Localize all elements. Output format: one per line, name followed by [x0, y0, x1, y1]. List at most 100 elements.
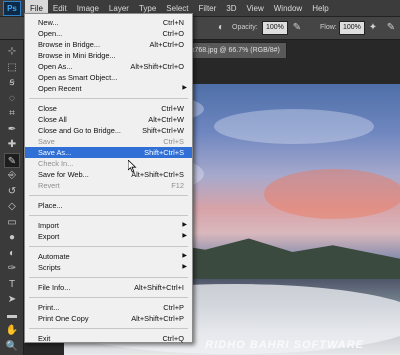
file-menu-item-check-in: Check In... — [25, 158, 192, 169]
eyedropper-tool-icon[interactable]: ✒ — [4, 122, 20, 137]
menu-item-label: Close and Go to Bridge... — [38, 126, 121, 135]
submenu-arrow-icon: ▶ — [182, 253, 187, 259]
menu-item-label: Print One Copy — [38, 314, 89, 323]
file-menu-item-print[interactable]: Print... Ctrl+P — [25, 302, 192, 313]
quick-select-tool-icon[interactable]: ◌ — [4, 91, 20, 106]
menu-item-shortcut: Ctrl+O — [162, 29, 184, 38]
menu-item-shortcut: Alt+Shift+Ctrl+S — [131, 170, 184, 179]
flow-field[interactable]: 100% — [339, 21, 365, 35]
menu-separator — [29, 328, 188, 329]
menu-filter[interactable]: Filter — [194, 0, 222, 17]
path-select-tool-icon[interactable]: ➤ — [4, 292, 20, 307]
menu-item-shortcut: Alt+Shift+Ctrl+I — [134, 283, 184, 292]
mouse-cursor-icon — [128, 160, 137, 173]
opacity-pressure-icon[interactable]: ✎ — [290, 21, 304, 35]
menu-item-label: File Info... — [38, 283, 71, 292]
menu-item-shortcut: Alt+Ctrl+W — [148, 115, 184, 124]
file-menu-item-close[interactable]: Close Ctrl+W — [25, 103, 192, 114]
menu-separator — [29, 246, 188, 247]
menu-item-label: New... — [38, 18, 59, 27]
menu-item-label: Close — [38, 104, 57, 113]
menu-item-shortcut: Ctrl+P — [163, 303, 184, 312]
menu-help[interactable]: Help — [307, 0, 333, 17]
menu-item-shortcut: Ctrl+W — [161, 104, 184, 113]
file-menu-item-browse-in-bridge[interactable]: Browse in Bridge... Alt+Ctrl+O — [25, 39, 192, 50]
menu-item-label: Save — [38, 137, 55, 146]
healing-tool-icon[interactable]: ✚ — [4, 137, 20, 152]
flow-label: Flow: — [320, 24, 337, 31]
file-menu-item-save-as[interactable]: Save As... Shift+Ctrl+S — [25, 147, 192, 158]
brush-preset-icon[interactable]: ◐ — [214, 21, 228, 35]
file-menu-item-scripts[interactable]: Scripts ▶ — [25, 262, 192, 273]
menu-item-label: Automate — [38, 252, 70, 261]
file-menu-item-open-recent[interactable]: Open Recent ▶ — [25, 83, 192, 94]
menu-item-shortcut: Ctrl+S — [163, 137, 184, 146]
file-menu-item-open[interactable]: Open... Ctrl+O — [25, 28, 192, 39]
menu-item-label: Revert — [38, 181, 60, 190]
history-brush-tool-icon[interactable]: ↺ — [4, 184, 20, 199]
opacity-field[interactable]: 100% — [262, 21, 288, 35]
file-menu-item-open-as[interactable]: Open As... Alt+Shift+Ctrl+O — [25, 61, 192, 72]
pen-tool-icon[interactable]: ✑ — [4, 261, 20, 276]
crop-tool-icon[interactable]: ⌗ — [4, 106, 20, 121]
submenu-arrow-icon: ▶ — [182, 264, 187, 270]
file-menu-item-revert: Revert F12 — [25, 180, 192, 191]
tools-panel: ⊹ ⬚ ꞩ ◌ ⌗ ✒ ✚ ✎ ⎆ ↺ ◇ ▭ ● ◐ ✑ T ➤ ▬ ✋ 🔍 — [0, 40, 24, 355]
menu-item-label: Export — [38, 232, 60, 241]
type-tool-icon[interactable]: T — [4, 277, 20, 292]
menu-item-label: Exit — [38, 334, 51, 343]
menu-view[interactable]: View — [242, 0, 269, 17]
file-menu-item-exit[interactable]: Exit Ctrl+Q — [25, 333, 192, 344]
file-menu-item-import[interactable]: Import ▶ — [25, 220, 192, 231]
file-menu-item-close-and-go-to-bridge[interactable]: Close and Go to Bridge... Shift+Ctrl+W — [25, 125, 192, 136]
clone-stamp-tool-icon[interactable]: ⎆ — [4, 168, 20, 183]
menu-item-label: Import — [38, 221, 59, 230]
zoom-tool-icon[interactable]: 🔍 — [4, 339, 20, 354]
menu-item-shortcut: Alt+Shift+Ctrl+O — [130, 62, 184, 71]
submenu-arrow-icon: ▶ — [182, 233, 187, 239]
eraser-tool-icon[interactable]: ◇ — [4, 199, 20, 214]
file-menu-item-file-info[interactable]: File Info... Alt+Shift+Ctrl+I — [25, 282, 192, 293]
menu-item-shortcut: Ctrl+N — [162, 18, 184, 27]
photoshop-logo: Ps — [3, 0, 21, 16]
document-tab[interactable]: x768.jpg @ 66.7% (RGB/8#) — [184, 42, 287, 58]
menu-separator — [29, 195, 188, 196]
file-menu-item-automate[interactable]: Automate ▶ — [25, 251, 192, 262]
file-menu-item-open-as-smart-object[interactable]: Open as Smart Object... — [25, 72, 192, 83]
submenu-arrow-icon: ▶ — [182, 85, 187, 91]
file-menu-item-save-for-web[interactable]: Save for Web... Alt+Shift+Ctrl+S — [25, 169, 192, 180]
menu-item-label: Save As... — [38, 148, 72, 157]
move-tool-icon[interactable]: ⊹ — [4, 44, 20, 59]
marquee-tool-icon[interactable]: ⬚ — [4, 60, 20, 75]
cloud-shape — [214, 109, 374, 144]
menu-item-label: Place... — [38, 201, 63, 210]
menu-item-label: Open... — [38, 29, 63, 38]
menu-item-label: Open As... — [38, 62, 73, 71]
hand-tool-icon[interactable]: ✋ — [4, 323, 20, 338]
file-menu-item-browse-in-mini-bridge[interactable]: Browse in Mini Bridge... — [25, 50, 192, 61]
file-menu-item-close-all[interactable]: Close All Alt+Ctrl+W — [25, 114, 192, 125]
menu-item-label: Scripts — [38, 263, 61, 272]
menu-item-shortcut: Shift+Ctrl+W — [142, 126, 184, 135]
file-menu-item-place[interactable]: Place... — [25, 200, 192, 211]
gradient-tool-icon[interactable]: ▭ — [4, 215, 20, 230]
size-pressure-icon[interactable]: ✎ — [384, 21, 398, 35]
file-menu-item-new[interactable]: New... Ctrl+N — [25, 17, 192, 28]
menu-3d[interactable]: 3D — [221, 0, 241, 17]
file-menu-item-print-one-copy[interactable]: Print One Copy Alt+Shift+Ctrl+P — [25, 313, 192, 324]
brush-tool-icon[interactable]: ✎ — [4, 152, 20, 168]
watermark-text: RIDHO BAHRI SOFTWARE — [205, 339, 364, 351]
shape-tool-icon[interactable]: ▬ — [4, 308, 20, 323]
lasso-tool-icon[interactable]: ꞩ — [4, 75, 20, 90]
menu-item-shortcut: Alt+Shift+Ctrl+P — [131, 314, 184, 323]
dodge-tool-icon[interactable]: ◐ — [4, 246, 20, 261]
menu-item-shortcut: F12 — [171, 181, 184, 190]
file-menu-item-export[interactable]: Export ▶ — [25, 231, 192, 242]
menu-item-label: Browse in Bridge... — [38, 40, 101, 49]
airbrush-icon[interactable]: ✦ — [366, 21, 380, 35]
menu-window[interactable]: Window — [269, 0, 307, 17]
menu-separator — [29, 215, 188, 216]
menu-item-label: Print... — [38, 303, 60, 312]
menu-item-label: Save for Web... — [38, 170, 89, 179]
blur-tool-icon[interactable]: ● — [4, 230, 20, 245]
